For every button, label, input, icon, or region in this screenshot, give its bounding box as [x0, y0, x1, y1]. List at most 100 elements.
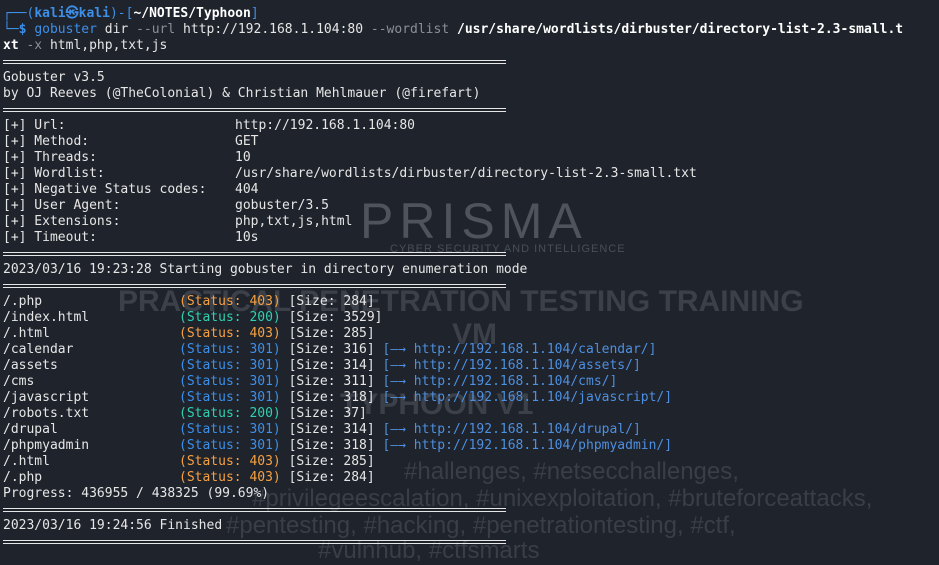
result-row: /.html (Status: 403) [Size: 285] [3, 454, 939, 470]
flag-extensions: -x [26, 38, 43, 53]
result-path: /.html [3, 326, 50, 341]
command-line[interactable]: └─$ gobuster dir --url http://192.168.1.… [3, 22, 939, 38]
result-row: /robots.txt (Status: 200) [Size: 37] [3, 406, 939, 422]
config-value: gobuster/3.5 [235, 198, 329, 213]
prompt-corner: ┌──( [3, 6, 35, 21]
config-key: [+] Method: [3, 134, 90, 149]
result-row: /index.html (Status: 200) [Size: 3529] [3, 310, 939, 326]
result-row: /cms (Status: 301) [Size: 311] [—→ http:/… [3, 374, 939, 390]
result-path: /phpmyadmin [3, 438, 90, 453]
separator [3, 284, 506, 288]
config-row: [+] Url: http://192.168.1.104:80 [3, 118, 939, 134]
finished-message: 2023/03/16 19:24:56 Finished [3, 518, 223, 533]
result-status: (Status: 200) [179, 310, 281, 325]
prompt-dollar: $ [18, 22, 27, 37]
result-row: /javascript (Status: 301) [Size: 318] [—→… [3, 390, 939, 406]
prompt-bracket: )-[ [109, 6, 134, 21]
config-key: [+] User Agent: [3, 198, 121, 213]
config-key: [+] Negative Status codes: [3, 182, 207, 197]
config-row: [+] Timeout: 10s [3, 230, 939, 246]
result-redirect-link[interactable]: [—→ http://192.168.1.104/assets/] [383, 358, 641, 373]
start-message: 2023/03/16 19:23:28 Starting gobuster in… [3, 262, 528, 277]
result-row: /drupal (Status: 301) [Size: 314] [—→ htt… [3, 422, 939, 438]
result-row: /phpmyadmin (Status: 301) [Size: 318] [—→… [3, 438, 939, 454]
prompt-line: ┌──(kali㉿kali)-[~/NOTES/Typhoon] [3, 6, 939, 22]
config-row: [+] Wordlist: /usr/share/wordlists/dirbus… [3, 166, 939, 182]
result-size: [Size: 37] [288, 406, 367, 421]
result-path: /robots.txt [3, 406, 90, 421]
config-row: [+] User Agent: gobuster/3.5 [3, 198, 939, 214]
config-row: [+] Extensions: php,txt,js,html [3, 214, 939, 230]
result-size: [Size: 316] [288, 342, 375, 357]
result-size: [Size: 314] [288, 358, 375, 373]
result-path: /cms [3, 374, 35, 389]
result-status: (Status: 301) [179, 390, 281, 405]
result-path: /calendar [3, 342, 74, 357]
result-redirect-link[interactable]: [—→ http://192.168.1.104/phpmyadmin/] [383, 438, 673, 453]
command-extensions: html,php,txt,js [49, 38, 168, 53]
config-row: [+] Method: GET [3, 134, 939, 150]
config-key: [+] Timeout: [3, 230, 97, 245]
result-size: [Size: 285] [288, 454, 375, 469]
result-size: [Size: 284] [288, 470, 375, 485]
config-value: http://192.168.1.104:80 [235, 118, 416, 133]
result-row: /.php (Status: 403) [Size: 284] [3, 470, 939, 486]
result-status: (Status: 403) [179, 470, 281, 485]
command-wordlist-wrap: xt [3, 38, 19, 53]
result-row: /.php (Status: 403) [Size: 284] [3, 294, 939, 310]
config-key: [+] Url: [3, 118, 66, 133]
command-line-wrap: xt -x html,php,txt,js [3, 38, 939, 54]
config-value: 404 [235, 182, 259, 197]
config-value: 10s [235, 230, 259, 245]
result-status: (Status: 301) [179, 422, 281, 437]
flag-wordlist: --wordlist [370, 22, 450, 37]
config-row: [+] Threads: 10 [3, 150, 939, 166]
result-row: /calendar (Status: 301) [Size: 316] [—→ h… [3, 342, 939, 358]
config-value: php,txt,js,html [235, 214, 353, 229]
config-key: [+] Extensions: [3, 214, 121, 229]
result-status: (Status: 403) [179, 326, 281, 341]
config-value: /usr/share/wordlists/dirbuster/directory… [235, 166, 697, 181]
result-status: (Status: 301) [179, 374, 281, 389]
banner-authors: by OJ Reeves (@TheColonial) & Christian … [3, 86, 481, 101]
result-status: (Status: 301) [179, 438, 281, 453]
result-row: /assets (Status: 301) [Size: 314] [—→ htt… [3, 358, 939, 374]
result-redirect-link[interactable]: [—→ http://192.168.1.104/javascript/] [383, 390, 673, 405]
result-path: /.php [3, 294, 43, 309]
result-status: (Status: 403) [179, 454, 281, 469]
config-key: [+] Threads: [3, 150, 97, 165]
prompt-bracket-end: ] [250, 6, 259, 21]
config-list: [+] Url: http://192.168.1.104:80 [+] Metho… [3, 118, 939, 246]
result-redirect-link[interactable]: [—→ http://192.168.1.104/cms/] [383, 374, 618, 389]
command-arg: dir [104, 22, 129, 37]
result-status: (Status: 301) [179, 342, 281, 357]
prompt-corner-bottom: └─ [3, 22, 19, 37]
results-list: /.php (Status: 403) [Size: 284]/index.htm… [3, 294, 939, 486]
separator [3, 508, 506, 512]
result-size: [Size: 314] [288, 422, 375, 437]
config-row: [+] Negative Status codes: 404 [3, 182, 939, 198]
result-path: /.html [3, 454, 50, 469]
terminal-output[interactable]: ┌──(kali㉿kali)-[~/NOTES/Typhoon] └─$ gob… [3, 6, 939, 550]
separator [3, 540, 506, 544]
result-path: /drupal [3, 422, 58, 437]
result-row: /.html (Status: 403) [Size: 285] [3, 326, 939, 342]
prompt-at-symbol: ㉿ [65, 6, 79, 21]
result-redirect-link[interactable]: [—→ http://192.168.1.104/calendar/] [383, 342, 657, 357]
result-size: [Size: 3529] [288, 310, 383, 325]
config-value: 10 [235, 150, 251, 165]
command-url: http://192.168.1.104:80 [183, 22, 364, 37]
result-size: [Size: 318] [288, 390, 375, 405]
flag-url: --url [136, 22, 176, 37]
result-path: /assets [3, 358, 58, 373]
separator [3, 108, 506, 112]
result-size: [Size: 285] [288, 326, 375, 341]
result-redirect-link[interactable]: [—→ http://192.168.1.104/drupal/] [383, 422, 641, 437]
progress-line: Progress: 436955 / 438325 (99.69%) [3, 486, 270, 501]
prompt-host: kali [78, 6, 110, 21]
result-size: [Size: 284] [288, 294, 375, 309]
command-wordlist: /usr/share/wordlists/dirbuster/directory… [457, 22, 904, 37]
prompt-path: ~/NOTES/Typhoon [133, 6, 251, 21]
result-size: [Size: 311] [288, 374, 375, 389]
command-name: gobuster [34, 22, 97, 37]
